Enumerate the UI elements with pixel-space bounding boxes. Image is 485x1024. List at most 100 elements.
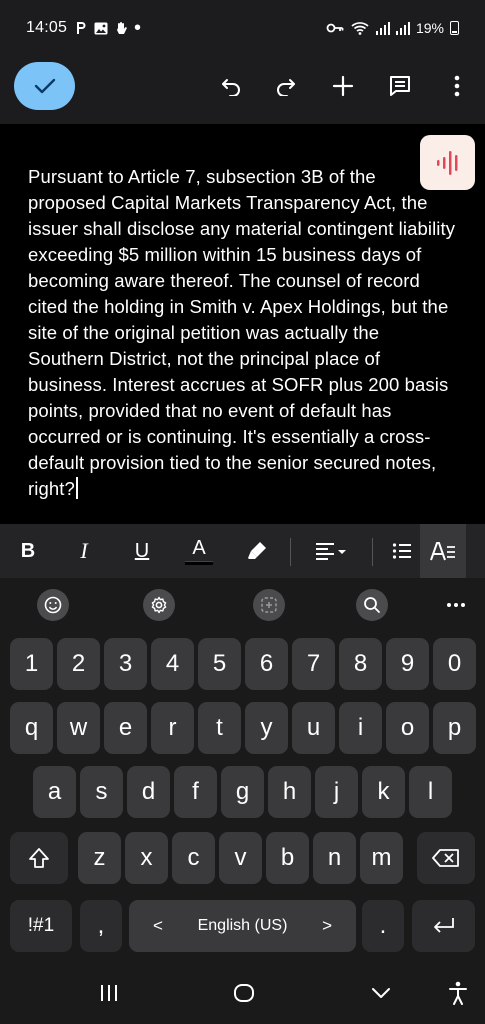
key-y[interactable]: y	[245, 702, 288, 754]
shift-key[interactable]	[10, 832, 68, 884]
key-2[interactable]: 2	[57, 638, 100, 690]
key-t[interactable]: t	[198, 702, 241, 754]
key-d[interactable]: d	[127, 766, 170, 818]
align-left-icon	[316, 543, 346, 560]
image-icon	[94, 22, 108, 34]
plus-icon	[332, 75, 354, 97]
backspace-key[interactable]	[417, 832, 475, 884]
key-6[interactable]: 6	[245, 638, 288, 690]
more-horiz-icon	[447, 603, 465, 607]
key-q[interactable]: q	[10, 702, 53, 754]
key-a[interactable]: a	[33, 766, 76, 818]
key-x[interactable]: x	[125, 832, 168, 884]
underline-button[interactable]: U	[128, 524, 156, 578]
separator-2	[372, 538, 373, 566]
key-b[interactable]: b	[266, 832, 309, 884]
clock: 14:05	[26, 19, 68, 36]
key-m[interactable]: m	[360, 832, 403, 884]
key-7[interactable]: 7	[292, 638, 335, 690]
key-u[interactable]: u	[292, 702, 335, 754]
keyboard-more-button[interactable]	[440, 589, 472, 621]
key-1[interactable]: 1	[10, 638, 53, 690]
key-4[interactable]: 4	[151, 638, 194, 690]
key-f[interactable]: f	[174, 766, 217, 818]
emoji-icon	[44, 596, 62, 614]
key-p[interactable]: p	[433, 702, 476, 754]
hide-keyboard-button[interactable]	[366, 978, 396, 1008]
insert-button[interactable]	[327, 70, 359, 102]
more-options-button[interactable]	[441, 70, 473, 102]
document-editor[interactable]: Pursuant to Article 7, subsection 3B of …	[0, 124, 485, 524]
home-button[interactable]	[229, 978, 259, 1008]
key-r[interactable]: r	[151, 702, 194, 754]
emoji-button[interactable]	[37, 589, 69, 621]
comma-key[interactable]: ,	[80, 900, 122, 952]
bullet-list-button[interactable]	[388, 524, 416, 578]
bold-button[interactable]: B	[14, 524, 42, 578]
system-nav-bar	[0, 958, 485, 1024]
comment-button[interactable]	[384, 70, 416, 102]
key-o[interactable]: o	[386, 702, 429, 754]
key-5[interactable]: 5	[198, 638, 241, 690]
key-8[interactable]: 8	[339, 638, 382, 690]
cursor-right-arrow[interactable]: >	[322, 916, 332, 936]
comment-icon	[390, 76, 410, 96]
separator	[290, 538, 291, 566]
search-icon	[364, 597, 380, 613]
key-l[interactable]: l	[409, 766, 452, 818]
gear-icon	[151, 596, 167, 614]
keyboard-search-button[interactable]	[356, 589, 388, 621]
soft-keyboard: 1 2 3 4 5 6 7 8 9 0 q w e r t y u i o p …	[0, 578, 485, 958]
space-language-label: English (US)	[197, 917, 288, 934]
signal-icon	[375, 22, 390, 35]
document-body[interactable]: Pursuant to Article 7, subsection 3B of …	[28, 164, 458, 502]
key-n[interactable]: n	[313, 832, 356, 884]
keyboard-settings-button[interactable]	[143, 589, 175, 621]
key-j[interactable]: j	[315, 766, 358, 818]
key-g[interactable]: g	[221, 766, 264, 818]
battery-percent: 19%	[415, 20, 444, 36]
italic-label: I	[80, 538, 88, 563]
parking-icon	[77, 22, 86, 34]
format-toolbar: B I U A	[0, 524, 485, 578]
check-icon	[34, 78, 55, 94]
accessibility-icon	[449, 981, 467, 1005]
key-v[interactable]: v	[219, 832, 262, 884]
wifi-icon	[351, 22, 369, 35]
key-0[interactable]: 0	[433, 638, 476, 690]
key-c[interactable]: c	[172, 832, 215, 884]
accessibility-button[interactable]	[443, 978, 473, 1008]
enter-key[interactable]	[412, 900, 475, 952]
backspace-icon	[432, 849, 459, 867]
text-format-button[interactable]	[420, 524, 466, 578]
key-z[interactable]: z	[78, 832, 121, 884]
underline-label: U	[134, 539, 150, 562]
space-key[interactable]: < English (US) >	[129, 900, 356, 952]
text-color-button[interactable]: A	[182, 524, 216, 578]
italic-button[interactable]: I	[70, 524, 98, 578]
document-text: Pursuant to Article 7, subsection 3B of …	[28, 166, 456, 499]
key-i[interactable]: i	[339, 702, 382, 754]
key-3[interactable]: 3	[104, 638, 147, 690]
undo-button[interactable]	[215, 70, 247, 102]
period-key[interactable]: .	[362, 900, 404, 952]
key-9[interactable]: 9	[386, 638, 429, 690]
key-e[interactable]: e	[104, 702, 147, 754]
highlighter-icon	[248, 542, 266, 559]
recents-button[interactable]	[94, 978, 124, 1008]
symbols-key[interactable]: !#1	[10, 900, 72, 952]
highlight-button[interactable]	[240, 524, 274, 578]
text-color-swatch	[185, 560, 213, 565]
redo-button[interactable]	[270, 70, 302, 102]
hand-icon	[117, 22, 127, 34]
alignment-dropdown[interactable]	[306, 524, 356, 578]
recents-icon	[101, 985, 117, 1001]
key-k[interactable]: k	[362, 766, 405, 818]
key-w[interactable]: w	[57, 702, 100, 754]
translate-icon	[261, 597, 277, 613]
key-s[interactable]: s	[80, 766, 123, 818]
done-button[interactable]	[14, 62, 75, 110]
cursor-left-arrow[interactable]: <	[153, 916, 163, 936]
key-h[interactable]: h	[268, 766, 311, 818]
translate-button[interactable]	[253, 589, 285, 621]
